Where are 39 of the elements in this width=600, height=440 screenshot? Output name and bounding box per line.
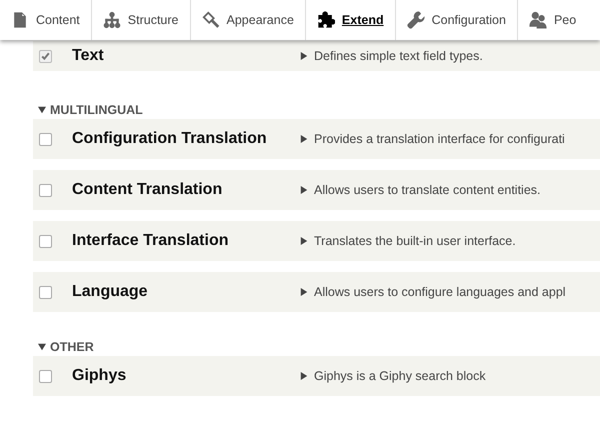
expand-icon[interactable]	[300, 372, 308, 380]
checkbox[interactable]	[39, 234, 52, 248]
sitemap-icon	[102, 11, 121, 29]
people-icon	[528, 11, 547, 29]
module-name: Text	[72, 47, 105, 65]
wrench-icon	[406, 11, 425, 29]
module-name: Interface Translation	[72, 232, 230, 250]
expand-icon[interactable]	[300, 186, 308, 194]
checkbox[interactable]	[39, 184, 52, 196]
brush-icon	[202, 11, 220, 29]
collapse-icon[interactable]	[38, 343, 46, 351]
toolbar-tab[interactable]: Peo	[518, 0, 576, 40]
module-description: Allows users to translate content entities.	[314, 183, 541, 197]
module-description: Translates the built-in user interface.	[314, 234, 516, 248]
module-description: Provides a translation interface for configurati	[314, 132, 565, 146]
checkbox[interactable]	[39, 286, 52, 298]
module-name: Language	[72, 283, 149, 301]
puzzle-icon	[316, 11, 335, 29]
expand-icon[interactable]	[300, 52, 308, 60]
expand-icon[interactable]	[300, 288, 308, 296]
checkbox[interactable]	[39, 132, 52, 146]
module-description: Defines simple text field types.	[314, 49, 483, 63]
module-description: Allows users to configure languages and appl	[314, 285, 566, 299]
module-name: Giphys	[72, 367, 128, 385]
checkbox[interactable]	[39, 370, 52, 382]
section-title[interactable]: OTHER	[50, 340, 94, 354]
toolbar-tab[interactable]: Content	[0, 0, 92, 40]
page-icon	[11, 11, 29, 29]
module-name: Content Translation	[72, 181, 224, 199]
toolbar-tab[interactable]: Extend	[306, 0, 396, 40]
module-name: Configuration Translation	[72, 130, 268, 148]
toolbar-tab[interactable]: Configuration	[396, 0, 518, 40]
toolbar-tab[interactable]: Structure	[92, 0, 190, 40]
toolbar-tab[interactable]: Appearance	[190, 0, 306, 40]
collapse-icon[interactable]	[38, 106, 46, 114]
expand-icon[interactable]	[300, 237, 308, 245]
section-title[interactable]: MULTILINGUAL	[50, 103, 143, 117]
expand-icon[interactable]	[300, 135, 308, 143]
module-description: Giphys is a Giphy search block	[314, 369, 486, 383]
